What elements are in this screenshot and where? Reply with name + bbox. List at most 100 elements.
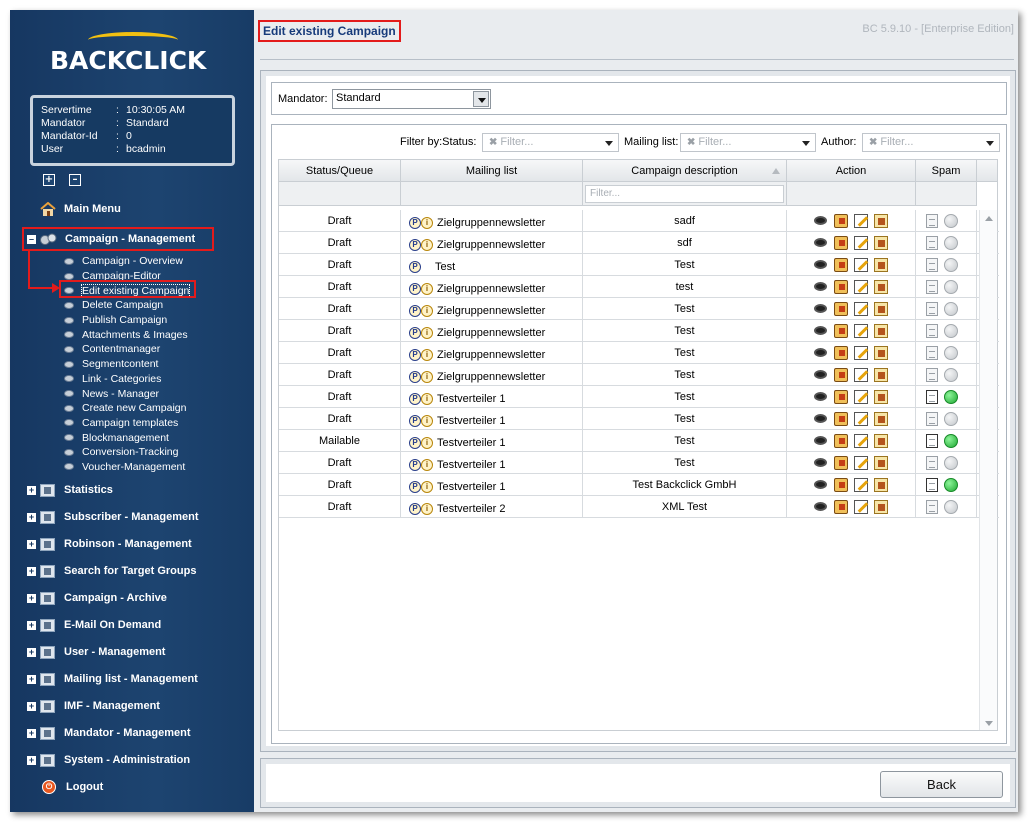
nav-main-menu[interactable]: Main Menu — [40, 198, 121, 220]
mandator-select[interactable]: Standard — [332, 89, 491, 109]
clipboard-icon[interactable] — [874, 213, 888, 228]
submenu-item[interactable]: Attachments & Images — [64, 327, 189, 342]
table-row[interactable]: Draft Pi Zielgruppennewsletter Test — [279, 298, 999, 320]
edit-icon[interactable] — [854, 345, 868, 360]
column-header-campaign-description[interactable]: Campaign description — [583, 160, 787, 181]
view-icon[interactable] — [814, 390, 828, 404]
copy-icon[interactable] — [834, 257, 848, 272]
edit-icon[interactable] — [854, 367, 868, 382]
copy-icon[interactable] — [834, 323, 848, 338]
submenu-item[interactable]: Segmentcontent — [64, 357, 189, 372]
copy-icon[interactable] — [834, 367, 848, 382]
clear-icon[interactable]: ✖ — [869, 137, 877, 148]
submenu-item[interactable]: Create new Campaign — [64, 401, 189, 416]
collapse-all-button[interactable]: – — [69, 174, 81, 186]
view-icon[interactable] — [814, 500, 828, 514]
back-button[interactable]: Back — [880, 771, 1003, 798]
copy-icon[interactable] — [834, 433, 848, 448]
submenu-item[interactable]: Publish Campaign — [64, 313, 189, 328]
chevron-down-icon[interactable] — [473, 91, 489, 107]
nav-section[interactable]: + System - Administration — [10, 749, 190, 771]
author-filter-select[interactable]: ✖ Filter... — [862, 133, 1000, 152]
copy-icon[interactable] — [834, 499, 848, 514]
clipboard-icon[interactable] — [874, 301, 888, 316]
table-row[interactable]: Mailable Pi Testverteiler 1 Test — [279, 430, 999, 452]
view-icon[interactable] — [814, 302, 828, 316]
scroll-down-icon[interactable] — [985, 721, 993, 726]
nav-section[interactable]: + IMF - Management — [10, 695, 160, 717]
edit-icon[interactable] — [854, 389, 868, 404]
submenu-item[interactable]: News - Manager — [64, 386, 189, 401]
nav-section[interactable]: + Search for Target Groups — [10, 560, 196, 582]
table-row[interactable]: Draft Pi Testverteiler 1 Test — [279, 408, 999, 430]
edit-icon[interactable] — [854, 279, 868, 294]
copy-icon[interactable] — [834, 455, 848, 470]
clear-icon[interactable]: ✖ — [687, 137, 695, 148]
spam-report-icon[interactable] — [926, 279, 938, 294]
copy-icon[interactable] — [834, 279, 848, 294]
edit-icon[interactable] — [854, 301, 868, 316]
clipboard-icon[interactable] — [874, 389, 888, 404]
column-header-status[interactable]: Status/Queue — [279, 160, 401, 181]
spam-report-icon[interactable] — [926, 345, 938, 360]
copy-icon[interactable] — [834, 411, 848, 426]
copy-icon[interactable] — [834, 235, 848, 250]
edit-icon[interactable] — [854, 477, 868, 492]
clipboard-icon[interactable] — [874, 411, 888, 426]
description-filter-input[interactable]: Filter... — [585, 185, 784, 203]
clipboard-icon[interactable] — [874, 323, 888, 338]
table-row[interactable]: Draft P Test Test — [279, 254, 999, 276]
clipboard-icon[interactable] — [874, 345, 888, 360]
table-row[interactable]: Draft Pi Zielgruppennewsletter sadf — [279, 210, 999, 232]
clipboard-icon[interactable] — [874, 455, 888, 470]
table-row[interactable]: Draft Pi Zielgruppennewsletter test — [279, 276, 999, 298]
clipboard-icon[interactable] — [874, 477, 888, 492]
nav-section[interactable]: + Campaign - Archive — [10, 587, 167, 609]
scroll-up-icon[interactable] — [985, 216, 993, 221]
edit-icon[interactable] — [854, 499, 868, 514]
spam-report-icon[interactable] — [926, 367, 938, 382]
table-row[interactable]: Draft Pi Zielgruppennewsletter Test — [279, 320, 999, 342]
column-header-mailing-list[interactable]: Mailing list — [401, 160, 583, 181]
spam-report-icon[interactable] — [926, 213, 938, 228]
table-row[interactable]: Draft Pi Testverteiler 1 Test — [279, 386, 999, 408]
nav-section[interactable]: + E-Mail On Demand — [10, 614, 161, 636]
submenu-item[interactable]: Blockmanagement — [64, 430, 189, 445]
copy-icon[interactable] — [834, 213, 848, 228]
view-icon[interactable] — [814, 434, 828, 448]
table-row[interactable]: Draft Pi Testverteiler 1 Test — [279, 452, 999, 474]
view-icon[interactable] — [814, 368, 828, 382]
submenu-item[interactable]: Campaign templates — [64, 416, 189, 431]
copy-icon[interactable] — [834, 389, 848, 404]
submenu-item[interactable]: Conversion-Tracking — [64, 445, 189, 460]
copy-icon[interactable] — [834, 477, 848, 492]
view-icon[interactable] — [814, 280, 828, 294]
clipboard-icon[interactable] — [874, 499, 888, 514]
edit-icon[interactable] — [854, 455, 868, 470]
spam-report-icon[interactable] — [926, 411, 938, 426]
spam-report-icon[interactable] — [926, 301, 938, 316]
nav-logout[interactable]: ⏻ Logout — [42, 776, 103, 798]
view-icon[interactable] — [814, 236, 828, 250]
clipboard-icon[interactable] — [874, 367, 888, 382]
view-icon[interactable] — [814, 478, 828, 492]
mailing-list-filter-select[interactable]: ✖ Filter... — [680, 133, 816, 152]
expand-all-button[interactable]: + — [43, 174, 55, 186]
view-icon[interactable] — [814, 456, 828, 470]
clipboard-icon[interactable] — [874, 279, 888, 294]
nav-section[interactable]: + Subscriber - Management — [10, 506, 198, 528]
vertical-scrollbar[interactable] — [979, 210, 997, 730]
spam-report-icon[interactable] — [926, 257, 938, 272]
view-icon[interactable] — [814, 324, 828, 338]
nav-section[interactable]: + Mandator - Management — [10, 722, 191, 744]
submenu-item[interactable]: Voucher-Management — [64, 460, 189, 475]
spam-report-icon[interactable] — [926, 455, 938, 470]
spam-report-icon[interactable] — [926, 499, 938, 514]
nav-section[interactable]: + Mailing list - Management — [10, 668, 198, 690]
edit-icon[interactable] — [854, 411, 868, 426]
nav-section[interactable]: + User - Management — [10, 641, 165, 663]
edit-icon[interactable] — [854, 257, 868, 272]
spam-report-icon[interactable] — [926, 323, 938, 338]
clipboard-icon[interactable] — [874, 257, 888, 272]
edit-icon[interactable] — [854, 433, 868, 448]
